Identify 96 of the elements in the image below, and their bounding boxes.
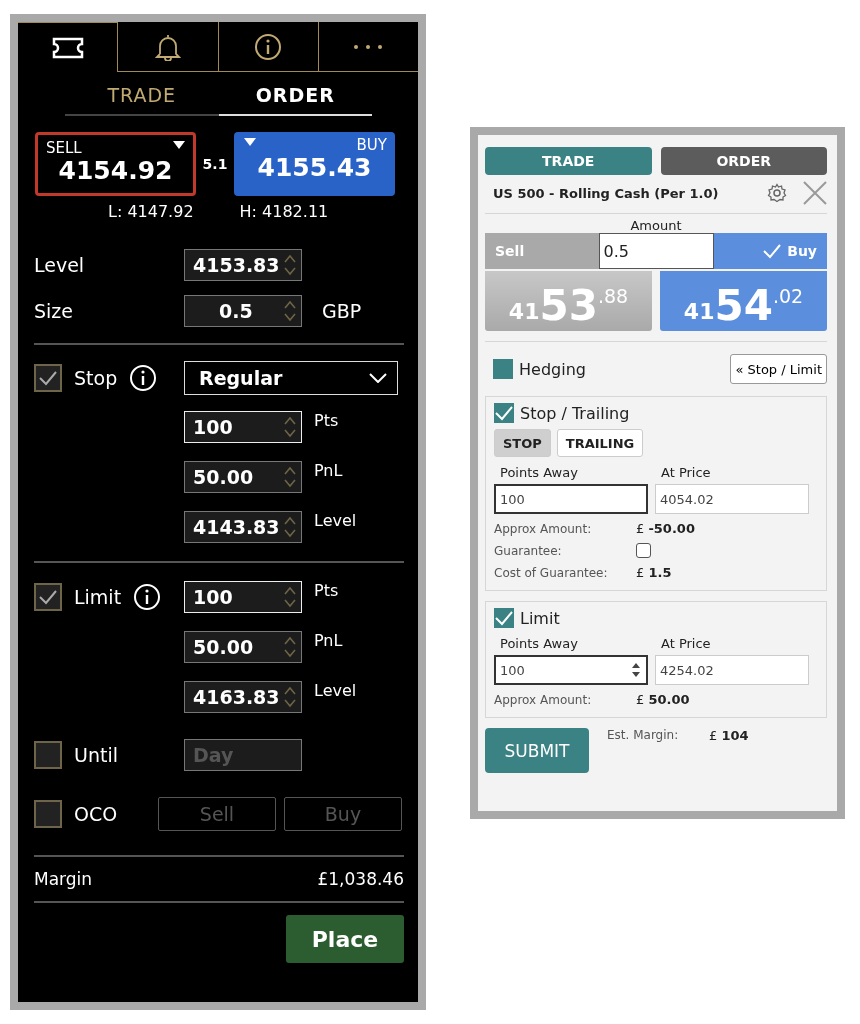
low-price: L: 4147.92 <box>108 202 194 221</box>
sell-price-button[interactable]: SELL 4154.92 <box>35 132 196 196</box>
oco-label: OCO <box>74 803 118 825</box>
info-label: Approx Amount: <box>494 521 593 536</box>
stop-label: Stop <box>74 367 118 389</box>
unit-label: Level <box>314 511 357 530</box>
checkbox[interactable] <box>34 800 62 828</box>
checkbox[interactable] <box>34 364 62 392</box>
stop-limit-button[interactable]: « Stop / Limit <box>730 354 827 384</box>
ticket-icon <box>51 36 84 59</box>
place-button[interactable]: Place <box>286 915 404 963</box>
stepper-icon[interactable] <box>283 584 297 610</box>
mode-tab[interactable]: STOP <box>494 429 551 457</box>
check-icon <box>762 243 783 259</box>
high-price: H: 4182.11 <box>239 202 329 221</box>
number-field[interactable]: 4153.83 <box>184 249 302 281</box>
info-icon <box>254 32 283 61</box>
settings-icon[interactable] <box>767 183 787 203</box>
margin-value: £1,038.46 <box>317 869 404 889</box>
info-label: Guarantee: <box>494 543 563 558</box>
spread-value: 5.1 <box>202 156 228 172</box>
stepper-icon[interactable] <box>283 464 297 490</box>
stepper-icon[interactable] <box>283 298 297 324</box>
checkbox[interactable] <box>494 608 514 628</box>
tab[interactable]: TRADE <box>485 147 652 175</box>
number-field[interactable]: 4163.83 <box>184 681 302 713</box>
stepper-icon[interactable] <box>283 634 297 660</box>
more-icon <box>353 43 384 50</box>
unit-label: Level <box>314 681 357 700</box>
icon-tab[interactable] <box>317 22 418 72</box>
column-label: Points Away <box>499 636 579 651</box>
hedging-label: Hedging <box>519 359 586 379</box>
amount-label: Amount <box>630 218 682 233</box>
field-label: Size <box>34 300 74 322</box>
amount-field[interactable]: 0.5 <box>598 233 714 269</box>
checkbox[interactable] <box>636 543 651 558</box>
chevron-down-icon <box>369 373 387 383</box>
check-icon <box>38 370 58 386</box>
stepper-icon[interactable] <box>283 414 297 440</box>
column-label: Points Away <box>499 465 579 480</box>
mode-tab[interactable]: TRAILING <box>556 429 644 457</box>
buy-price-button[interactable]: BUY 4155.43 <box>234 132 395 196</box>
number-field[interactable]: 4143.83 <box>184 511 302 543</box>
mode-tab[interactable]: TRADE <box>65 80 219 116</box>
stop-type-dropdown[interactable]: Regular <box>184 361 398 395</box>
info-value: £ 1.5 <box>636 565 673 580</box>
limit-label: Limit <box>74 586 122 608</box>
unit-label: PnL <box>314 461 343 480</box>
unit-label: PnL <box>314 631 343 650</box>
column-label: At Price <box>660 636 712 651</box>
check-icon <box>494 610 514 626</box>
tab[interactable]: ORDER <box>660 147 827 175</box>
stepper-icon[interactable] <box>283 252 297 278</box>
unit-label: Pts <box>314 581 339 600</box>
number-field[interactable]: 50.00 <box>184 461 302 493</box>
check-icon <box>38 589 58 605</box>
field-label: Level <box>34 254 86 276</box>
section-title: Limit <box>520 608 560 628</box>
number-field[interactable]: 50.00 <box>184 631 302 663</box>
market-title: US 500 - Rolling Cash (Per 1.0) <box>493 185 720 201</box>
icon-tab[interactable] <box>217 22 318 72</box>
info-icon[interactable] <box>129 364 158 392</box>
number-field[interactable]: 100 <box>184 581 302 613</box>
stepper-icon[interactable] <box>283 514 297 540</box>
check-icon <box>494 405 514 421</box>
currency-label: GBP <box>322 300 362 322</box>
checkbox[interactable] <box>34 583 62 611</box>
price-field[interactable]: 4254.02 <box>655 655 809 685</box>
info-label: Approx Amount: <box>494 692 593 707</box>
info-value: £ 50.00 <box>636 692 691 707</box>
info-label: Cost of Guarantee: <box>494 565 609 580</box>
caret-icon <box>173 141 185 149</box>
margin-label: Margin <box>34 869 93 889</box>
stepper-icon[interactable] <box>283 684 297 710</box>
bell-icon <box>154 32 181 61</box>
unit-label: Pts <box>314 411 339 430</box>
margin-value: £ 104 <box>709 728 749 743</box>
points-field[interactable]: 100 <box>494 655 648 685</box>
checkbox[interactable] <box>494 403 514 423</box>
section-title: Stop / Trailing <box>520 403 630 423</box>
mode-tab[interactable]: ORDER <box>218 80 372 116</box>
hedging-checkbox[interactable] <box>493 359 513 379</box>
icon-tab[interactable] <box>117 22 218 72</box>
points-field[interactable]: 100 <box>494 484 648 514</box>
margin-label: Est. Margin: <box>607 728 680 742</box>
submit-button[interactable]: SUBMIT <box>485 728 589 773</box>
info-icon[interactable] <box>133 583 162 611</box>
number-field[interactable]: 0.5 <box>184 295 302 327</box>
spinner-icon[interactable] <box>630 662 642 678</box>
info-value: £ -50.00 <box>636 521 696 536</box>
price-field[interactable]: 4054.02 <box>655 484 809 514</box>
caret-icon <box>244 138 256 146</box>
number-field[interactable]: 100 <box>184 411 302 443</box>
close-icon[interactable] <box>803 181 827 205</box>
column-label: At Price <box>660 465 712 480</box>
until-label: Until <box>74 744 118 766</box>
